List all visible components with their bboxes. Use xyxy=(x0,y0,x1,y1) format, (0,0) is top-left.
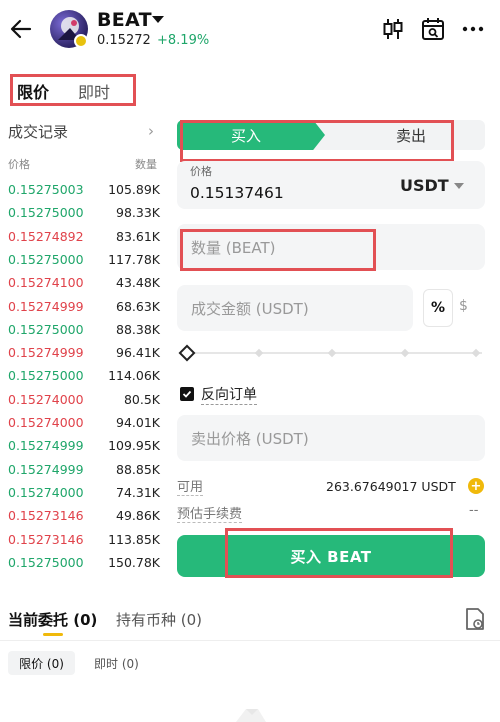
trade-row: 0.15275000 117.78K xyxy=(8,252,160,275)
quote-currency-select[interactable]: USDT xyxy=(400,176,449,195)
trade-price: 0.15274000 xyxy=(8,415,84,430)
trade-price: 0.15275000 xyxy=(8,321,84,337)
pair-dropdown-caret-icon[interactable] xyxy=(152,16,164,23)
last-price: 0.15272 xyxy=(97,33,151,48)
trade-row: 0.15275000 98.33K xyxy=(8,205,160,228)
tab-holdings[interactable]: 持有币种 (0) xyxy=(116,609,202,630)
trade-qty: 114.06K xyxy=(108,368,160,384)
trade-qty: 68.63K xyxy=(116,298,160,314)
trade-price: 0.15275000 xyxy=(8,368,84,384)
trade-qty: 43.48K xyxy=(116,275,160,291)
order-history-icon[interactable] xyxy=(464,607,486,631)
fee-value: -- xyxy=(469,503,479,518)
trade-price: 0.15275000 xyxy=(8,205,84,221)
trade-row: 0.15275000 114.06K xyxy=(8,368,160,391)
section-divider xyxy=(0,640,500,641)
column-header-price: 价格 xyxy=(8,158,30,171)
slider-thumb[interactable] xyxy=(178,344,196,362)
trade-price: 0.15275000 xyxy=(8,554,84,570)
filter-limit-orders[interactable]: 限价 (0) xyxy=(8,651,75,675)
trade-price: 0.15275003 xyxy=(8,182,84,197)
currency-caret-icon[interactable] xyxy=(454,183,464,189)
trade-row: 0.15274999 96.41K xyxy=(8,345,160,368)
trade-price: 0.15275000 xyxy=(8,251,84,267)
more-options-icon[interactable] xyxy=(460,16,486,42)
trade-qty: 105.89K xyxy=(108,182,160,197)
trade-price: 0.15274892 xyxy=(8,228,84,244)
dollar-mode-button[interactable]: $ xyxy=(459,298,468,314)
trade-price: 0.15274100 xyxy=(8,275,84,291)
slider-step-25[interactable] xyxy=(254,348,264,358)
trade-price: 0.15273146 xyxy=(8,508,84,524)
checkmark-icon xyxy=(182,390,192,398)
token-badge-icon xyxy=(74,34,88,48)
reverse-order-checkbox[interactable] xyxy=(180,387,194,401)
pair-name[interactable]: BEAT xyxy=(97,9,152,31)
trade-price: 0.15274999 xyxy=(8,438,84,454)
trade-row: 0.15275000 88.38K xyxy=(8,322,160,345)
tab-open-orders[interactable]: 当前委托 (0) xyxy=(8,609,97,630)
percent-mode-button[interactable]: % xyxy=(423,289,453,327)
trade-row: 0.15274000 74.31K xyxy=(8,485,160,508)
calendar-search-icon[interactable] xyxy=(420,16,446,42)
column-header-qty: 数量 xyxy=(135,158,157,171)
trade-qty: 94.01K xyxy=(116,415,160,430)
fee-label: 预估手续费 xyxy=(177,503,243,523)
trade-row: 0.15275003 105.89K xyxy=(8,182,160,205)
sell-price-placeholder[interactable]: 卖出价格 (USDT) xyxy=(191,428,309,449)
trade-row: 0.15274999 88.85K xyxy=(8,462,160,485)
trade-price: 0.15273146 xyxy=(8,531,84,547)
trade-price: 0.15274999 xyxy=(8,345,84,361)
trade-qty: 96.41K xyxy=(116,345,160,361)
amount-placeholder[interactable]: 成交金额 (USDT) xyxy=(191,298,309,319)
chevron-right-icon[interactable]: › xyxy=(148,122,154,140)
trade-row: 0.15275000 150.78K xyxy=(8,555,160,578)
trade-qty: 83.61K xyxy=(116,228,160,244)
trade-row: 0.15274999 109.95K xyxy=(8,438,160,461)
annotation-highlight-box xyxy=(180,229,376,271)
trade-row: 0.15274999 68.63K xyxy=(8,299,160,322)
trade-qty: 80.5K xyxy=(123,391,160,407)
available-balance: 263.67649017 USDT xyxy=(326,479,456,494)
trade-qty: 98.33K xyxy=(116,205,160,221)
candlestick-chart-icon[interactable] xyxy=(380,16,406,42)
trade-qty: 117.78K xyxy=(108,251,160,267)
trade-qty: 49.86K xyxy=(116,508,160,524)
active-tab-indicator xyxy=(43,633,63,636)
annotation-highlight-box xyxy=(10,74,136,106)
trade-qty: 88.38K xyxy=(116,321,160,337)
price-field-label: 价格 xyxy=(190,165,212,178)
trade-row: 0.15274100 43.48K xyxy=(8,275,160,298)
trade-row: 0.15274000 94.01K xyxy=(8,415,160,438)
price-change: +8.19% xyxy=(157,33,210,48)
trade-price: 0.15274999 xyxy=(8,298,84,314)
back-arrow-icon[interactable] xyxy=(8,16,34,42)
slider-step-75[interactable] xyxy=(400,348,410,358)
trade-qty: 113.85K xyxy=(108,531,160,547)
trade-price: 0.15274999 xyxy=(8,461,84,477)
trade-row: 0.15273146 49.86K xyxy=(8,508,160,531)
filter-market-orders[interactable]: 即时 (0) xyxy=(94,655,139,672)
trade-qty: 74.31K xyxy=(116,484,160,500)
trade-row: 0.15273146 113.85K xyxy=(8,532,160,555)
trade-price: 0.15274000 xyxy=(8,484,84,500)
add-funds-plus-icon[interactable]: + xyxy=(468,478,484,494)
slider-step-100[interactable] xyxy=(471,348,481,358)
slider-step-50[interactable] xyxy=(327,348,337,358)
trades-title[interactable]: 成交记录 xyxy=(8,121,68,142)
trade-row: 0.15274000 80.5K xyxy=(8,392,160,415)
annotation-highlight-box xyxy=(225,528,453,578)
price-input-value[interactable]: 0.15137461 xyxy=(190,184,284,202)
trade-price: 0.15274000 xyxy=(8,391,84,407)
trade-row: 0.15274892 83.61K xyxy=(8,229,160,252)
trade-qty: 150.78K xyxy=(108,554,160,570)
trade-qty: 109.95K xyxy=(108,438,160,454)
trade-qty: 88.85K xyxy=(116,461,160,477)
available-label: 可用 xyxy=(177,476,204,496)
reverse-order-label[interactable]: 反向订单 xyxy=(201,384,257,405)
empty-state-icon xyxy=(236,709,266,722)
annotation-highlight-box xyxy=(180,120,454,162)
